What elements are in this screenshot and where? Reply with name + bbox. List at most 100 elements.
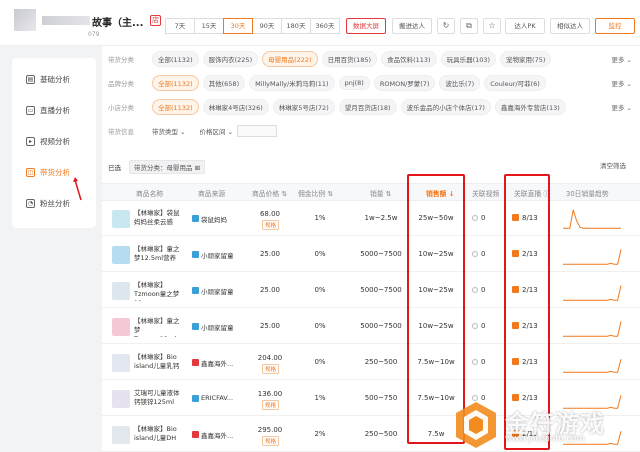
price-dropdown[interactable]: 价格区间 ⌄ <box>200 126 234 136</box>
clear-filters-button[interactable]: 清空筛选 <box>600 160 626 170</box>
category-chip[interactable]: 服饰内衣(225) <box>202 51 259 67</box>
table-row[interactable]: 【林琳家】Tzmoon童之梦12 小顽家留童 25.00 0% 5000~750… <box>102 274 640 308</box>
day-btn-360[interactable]: 360天 <box>310 18 340 34</box>
category-chip[interactable]: 日用百货(185) <box>321 51 378 67</box>
sidebar-item-video[interactable]: ▸ 视频分析 <box>26 136 70 147</box>
product-thumbnail[interactable] <box>112 282 130 300</box>
day-btn-90[interactable]: 90天 <box>252 18 282 34</box>
commission-rate: 0% <box>314 358 326 366</box>
related-video[interactable]: 0 <box>472 286 500 294</box>
kol-pk-button[interactable]: 达人PK <box>505 18 545 34</box>
commission-rate: 2% <box>314 430 326 438</box>
selected-tag[interactable]: 带货分类：母婴用品 ⊠ <box>129 160 206 174</box>
sidebar-item-basic[interactable]: ▤ 基础分析 <box>26 74 70 85</box>
shop-chip[interactable]: 望月百货店(18) <box>338 99 397 115</box>
spec-tag[interactable]: 规格 <box>262 400 280 410</box>
category-chip[interactable]: 玩具乐器(103) <box>440 51 497 67</box>
day-btn-180[interactable]: 180天 <box>281 18 311 34</box>
product-name[interactable]: 艾瑞可儿童液体钙镁锌125ml <box>134 389 182 409</box>
product-thumbnail[interactable] <box>112 246 130 264</box>
col-name: 商品名称 <box>136 190 164 198</box>
type-dropdown[interactable]: 带货类型 ⌄ <box>152 126 186 136</box>
spec-tag[interactable]: 规格 <box>262 436 280 446</box>
more-button[interactable]: 更多 ⌄ <box>611 102 632 112</box>
shop-chip[interactable]: 波乐金品的小店个体店(17) <box>400 99 491 115</box>
blurred-name <box>42 16 90 25</box>
product-price: 25.00 <box>259 250 281 258</box>
related-video[interactable]: 0 <box>472 250 500 258</box>
category-chip[interactable]: 全部(1132) <box>152 51 199 67</box>
filter-label: 小店分类 <box>108 104 134 112</box>
sidebar-item-fans[interactable]: ◔ 粉丝分析 <box>26 198 70 209</box>
product-thumbnail[interactable] <box>112 210 130 228</box>
product-name[interactable]: 【林琳家】童之梦Tzmoon12ml <box>134 317 182 337</box>
category-chip[interactable]: 宠物家用(75) <box>500 51 552 67</box>
brand-chip[interactable]: ROMON/罗蒙(7) <box>373 75 436 91</box>
product-name[interactable]: 【林琳家】Bio island儿童DH <box>134 425 182 445</box>
related-video[interactable]: 0 <box>472 322 500 330</box>
sales-trend-chart <box>563 285 622 301</box>
product-source[interactable]: 袋鼠妈妈 <box>201 214 237 224</box>
product-name[interactable]: 【林琳家】Bio island儿童乳钙 <box>134 353 182 373</box>
product-thumbnail[interactable] <box>112 390 130 408</box>
live-icon: ▭ <box>26 106 35 115</box>
sidebar-item-goods[interactable]: ◫ 带货分析 <box>26 167 70 178</box>
category-chip[interactable]: 食品饮料(113) <box>381 51 437 67</box>
video-dot-icon <box>472 359 478 365</box>
day-btn-30[interactable]: 30天 <box>223 18 253 34</box>
shop-chip[interactable]: 林琳家5号店(72) <box>272 99 335 115</box>
shop-chip[interactable]: 林琳家4号店(326) <box>202 99 269 115</box>
shop-chip[interactable]: 鑫嘉海外专营店(13) <box>494 99 566 115</box>
col-trend: 30日销量趋势 <box>566 190 609 198</box>
table-row[interactable]: 【林琳家】Bio island儿童乳钙 鑫嘉海外... 204.00 规格 0%… <box>102 346 640 380</box>
more-button[interactable]: 更多 ⌄ <box>611 54 632 64</box>
col-price[interactable]: 商品价格 ⇅ <box>252 188 287 198</box>
add-kol-button[interactable]: 搬进达人 <box>392 18 432 34</box>
product-thumbnail[interactable] <box>112 318 130 336</box>
brand-chip[interactable]: 波比乐(7) <box>439 75 481 91</box>
data-screen-button[interactable]: 数据大屏 <box>346 18 386 34</box>
monitor-button[interactable]: 监控 <box>595 18 635 34</box>
category-chip[interactable]: 母婴用品(222) <box>262 51 318 67</box>
more-button[interactable]: 更多 ⌄ <box>611 78 632 88</box>
brand-chip[interactable]: 其他(658) <box>202 75 246 91</box>
product-thumbnail[interactable] <box>112 426 130 444</box>
table-row[interactable]: 【林琳家】童之梦Tzmoon12ml 小顽家留童 25.00 0% 5000~7… <box>102 310 640 344</box>
sales-range: 1w~2.5w <box>364 214 398 222</box>
video-dot-icon <box>472 251 478 257</box>
copy-icon[interactable]: ⧉ <box>460 18 478 34</box>
spec-tag[interactable]: 规格 <box>262 220 280 230</box>
chart-bar-icon: ▤ <box>26 75 35 84</box>
product-source[interactable]: ERICFAV... <box>201 394 237 402</box>
product-source[interactable]: 小顽家留童 <box>201 286 237 296</box>
product-source[interactable]: 小顽家留童 <box>201 250 237 260</box>
brand-chip[interactable]: pnj(8) <box>338 76 370 90</box>
product-source[interactable]: 小顽家留童 <box>201 322 237 332</box>
spec-tag[interactable]: 规格 <box>262 364 280 374</box>
shop-chip[interactable]: 全部(1132) <box>152 99 199 115</box>
day-btn-7[interactable]: 7天 <box>165 18 195 34</box>
brand-chip[interactable]: MillyMally/米莉马莉(11) <box>249 75 335 91</box>
col-sales[interactable]: 销量 ⇅ <box>370 188 391 198</box>
refresh-icon[interactable]: ↻ <box>437 18 455 34</box>
table-row[interactable]: 【林琳家】童之梦12.5ml营养 小顽家留童 25.00 0% 5000~750… <box>102 238 640 272</box>
similar-kol-button[interactable]: 相似达人 <box>550 18 590 34</box>
col-commission[interactable]: 佣金比例 ⇅ <box>298 188 333 198</box>
product-name[interactable]: 【林琳家】Tzmoon童之梦12 <box>134 281 182 301</box>
source-icon <box>192 251 199 258</box>
product-source[interactable]: 鑫嘉海外... <box>201 430 237 440</box>
brand-chip[interactable]: 全部(1132) <box>152 75 199 91</box>
product-name[interactable]: 【林琳家】童之梦12.5ml营养 <box>134 245 182 265</box>
table-row[interactable]: 【林琳家】袋鼠妈妈丝柔云感 袋鼠妈妈 68.00 规格 1% 1w~2.5w 2… <box>102 202 640 236</box>
related-video[interactable]: 0 <box>472 214 500 222</box>
video-play-icon: ▸ <box>26 137 35 146</box>
day-btn-15[interactable]: 15天 <box>194 18 224 34</box>
brand-chip[interactable]: Couleur/可菲(6) <box>484 75 546 91</box>
star-icon[interactable]: ☆ <box>483 18 501 34</box>
related-video[interactable]: 0 <box>472 358 500 366</box>
product-source[interactable]: 鑫嘉海外... <box>201 358 237 368</box>
product-thumbnail[interactable] <box>112 354 130 372</box>
sidebar-item-live[interactable]: ▭ 直播分析 <box>26 105 70 116</box>
price-range-input[interactable] <box>237 125 278 137</box>
product-name[interactable]: 【林琳家】袋鼠妈妈丝柔云感 <box>134 209 182 229</box>
